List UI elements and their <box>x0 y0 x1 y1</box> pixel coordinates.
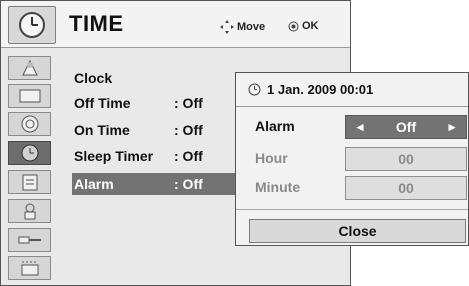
popup-divider <box>236 209 468 210</box>
menu-item-off-time[interactable]: Off Time : Off <box>74 92 244 114</box>
move-arrows-icon <box>220 20 234 34</box>
hour-label: Hour <box>255 150 288 166</box>
left-arrow-icon[interactable]: ◄ <box>354 120 366 134</box>
menu-item-value: : Off <box>174 95 203 111</box>
menu-item-sleep-timer[interactable]: Sleep Timer : Off <box>74 145 244 167</box>
lock-icon[interactable] <box>8 170 51 194</box>
menu-item-label: Off Time <box>74 95 131 111</box>
menu-item-clock[interactable]: Clock <box>74 67 244 89</box>
menu-item-label: On Time <box>74 122 130 138</box>
clock-icon <box>8 6 56 44</box>
menu-item-label: Clock <box>74 70 113 86</box>
ok-circle-icon <box>288 21 299 32</box>
category-sidebar <box>1 49 58 285</box>
alarm-popup: 1 Jan. 2009 00:01 Alarm ◄ Off ► Hour 00 … <box>235 72 469 246</box>
move-hint-label: Move <box>237 21 266 33</box>
option-icon[interactable] <box>8 199 51 223</box>
hour-field[interactable]: 00 <box>345 147 467 171</box>
minute-label: Minute <box>255 179 301 195</box>
hour-value: 00 <box>398 151 414 167</box>
alarm-label: Alarm <box>255 118 295 134</box>
menu-item-value: : Off <box>174 176 203 192</box>
alarm-selector[interactable]: ◄ Off ► <box>345 115 467 139</box>
alarm-value: Off <box>395 119 417 135</box>
picture-icon[interactable] <box>8 56 51 80</box>
menu-header: TIME Move OK <box>1 1 350 48</box>
menu-item-alarm[interactable]: Alarm : Off <box>72 173 239 195</box>
ok-hint-label: OK <box>302 20 319 32</box>
menu-item-label: Sleep Timer <box>74 148 154 164</box>
time-icon[interactable] <box>8 141 51 165</box>
usb-icon[interactable] <box>8 256 51 280</box>
popup-datetime-header: 1 Jan. 2009 00:01 <box>236 73 468 107</box>
right-arrow-icon[interactable]: ► <box>446 120 458 134</box>
menu-item-value: : Off <box>174 148 203 164</box>
input-icon[interactable] <box>8 228 51 252</box>
move-hint: Move <box>220 20 265 34</box>
screen-icon[interactable] <box>8 84 51 108</box>
page-title: TIME <box>69 11 124 36</box>
close-button[interactable]: Close <box>249 219 466 243</box>
minute-value: 00 <box>398 180 414 196</box>
minute-field[interactable]: 00 <box>345 176 467 200</box>
current-datetime: 1 Jan. 2009 00:01 <box>267 82 374 97</box>
ok-hint: OK <box>288 20 319 32</box>
menu-item-on-time[interactable]: On Time : Off <box>74 119 244 141</box>
audio-icon[interactable] <box>8 112 51 136</box>
menu-item-value: : Off <box>174 122 203 138</box>
menu-item-label: Alarm <box>74 176 114 192</box>
clock-small-icon <box>248 83 261 96</box>
